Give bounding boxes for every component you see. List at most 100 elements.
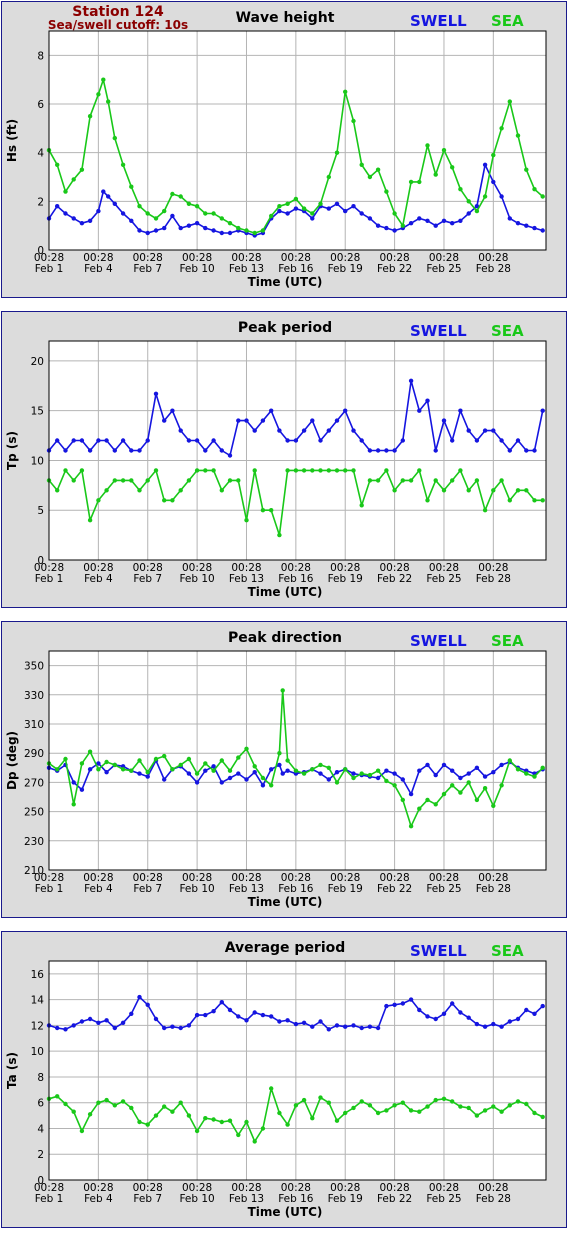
sea-data-point xyxy=(334,468,340,473)
sea-data-point xyxy=(104,1097,109,1103)
swell-data-point xyxy=(79,438,85,443)
swell-data-point xyxy=(269,1014,274,1019)
sea-data-point xyxy=(55,767,60,772)
legend-sea: SEA xyxy=(491,632,524,650)
sea-data-point xyxy=(104,759,109,765)
y-tick-label: 6 xyxy=(37,1098,44,1110)
swell-data-point xyxy=(244,777,249,782)
swell-data-point xyxy=(129,1011,134,1016)
swell-data-point xyxy=(326,428,331,433)
sea-data-point xyxy=(244,746,249,751)
swell-data-point xyxy=(227,1007,233,1013)
swell-data-point xyxy=(55,438,60,443)
sea-data-point xyxy=(280,688,285,693)
sea-data-point xyxy=(515,133,521,138)
sea-data-point xyxy=(318,201,323,206)
legend-sea: SEA xyxy=(491,12,524,30)
sea-data-point xyxy=(466,780,471,785)
swell-data-point xyxy=(112,448,118,453)
sea-data-point xyxy=(63,189,68,194)
sea-data-point xyxy=(417,806,422,811)
sea-data-point xyxy=(260,228,266,233)
sea-data-point xyxy=(227,1118,233,1123)
sea-data-point xyxy=(524,1101,529,1107)
sea-data-point xyxy=(491,152,496,158)
sea-data-point xyxy=(79,468,85,473)
x-axis-label: Time (UTC) xyxy=(248,585,323,599)
sea-data-point xyxy=(178,488,183,493)
swell-data-point xyxy=(87,448,93,453)
x-tick-date: Feb 7 xyxy=(133,573,162,585)
swell-data-point xyxy=(359,211,364,216)
y-tick-label: 12 xyxy=(31,1020,44,1032)
swell-data-point xyxy=(491,1021,496,1027)
y-axis-label: Tp (s) xyxy=(5,431,19,470)
swell-data-point xyxy=(211,1009,216,1014)
x-tick-date: Feb 10 xyxy=(179,263,214,275)
x-tick-date: Feb 16 xyxy=(278,573,314,585)
swell-data-point xyxy=(524,1007,529,1013)
x-tick-date: Feb 4 xyxy=(84,1193,113,1205)
sea-data-point xyxy=(277,204,282,209)
y-tick-label: 16 xyxy=(31,969,45,981)
swell-data-point xyxy=(162,225,167,231)
swell-data-point xyxy=(170,408,175,413)
sea-data-point xyxy=(433,802,438,807)
sea-data-point xyxy=(178,1100,183,1105)
swell-data-point xyxy=(466,771,471,776)
swell-data-point xyxy=(351,1023,356,1028)
sea-data-point xyxy=(400,478,405,483)
swell-data-point xyxy=(540,1003,545,1009)
sea-data-point xyxy=(227,221,233,226)
sea-data-point xyxy=(318,762,323,768)
y-tick-label: 20 xyxy=(31,356,44,368)
swell-data-point xyxy=(367,1024,373,1029)
swell-data-point xyxy=(408,221,414,226)
x-tick-date: Feb 19 xyxy=(328,1193,363,1205)
peak-period-chart: Peak period SWELL SEA0510152000:28Feb 100:… xyxy=(5,320,547,599)
sea-data-point xyxy=(129,768,134,773)
sea-data-point xyxy=(343,89,348,95)
swell-data-point xyxy=(375,223,381,228)
sea-data-point xyxy=(178,194,183,199)
sea-data-point xyxy=(186,756,192,762)
sea-data-point xyxy=(334,780,340,785)
y-tick-label: 5 xyxy=(37,505,44,517)
sea-data-point xyxy=(252,230,257,236)
sea-data-point xyxy=(186,478,192,483)
sea-data-point xyxy=(87,1112,93,1117)
swell-data-point xyxy=(63,448,68,453)
sea-data-point xyxy=(458,790,463,795)
swell-data-point xyxy=(524,223,529,228)
sea-data-point xyxy=(408,824,414,829)
sea-data-point xyxy=(359,503,364,508)
swell-data-point xyxy=(310,418,315,423)
swell-data-point xyxy=(334,770,340,775)
swell-data-point xyxy=(301,428,307,433)
swell-data-point xyxy=(351,428,356,433)
sea-data-point xyxy=(441,488,447,493)
sea-data-point xyxy=(343,1110,348,1116)
sea-data-point xyxy=(293,1103,299,1108)
swell-data-point xyxy=(400,1001,405,1006)
chart-title: Peak period xyxy=(238,320,332,336)
swell-data-point xyxy=(293,1021,299,1027)
y-axis-label: Hs (ft) xyxy=(5,119,19,162)
swell-data-point xyxy=(285,211,290,216)
swell-data-point xyxy=(186,1023,192,1028)
sea-data-point xyxy=(87,518,93,523)
sea-data-point xyxy=(120,767,126,772)
x-axis-label: Time (UTC) xyxy=(248,275,323,289)
sea-data-point xyxy=(491,803,496,808)
sea-data-point xyxy=(285,201,290,206)
sea-data-point xyxy=(211,468,216,473)
sea-data-point xyxy=(367,478,373,483)
swell-data-point xyxy=(145,1002,150,1007)
swell-data-point xyxy=(532,1011,537,1016)
swell-data-point xyxy=(343,208,348,214)
legend-sea: SEA xyxy=(491,942,524,960)
sea-data-point xyxy=(441,791,447,797)
swell-data-point xyxy=(334,201,340,206)
swell-data-point xyxy=(334,418,340,423)
sea-data-point xyxy=(227,768,233,773)
